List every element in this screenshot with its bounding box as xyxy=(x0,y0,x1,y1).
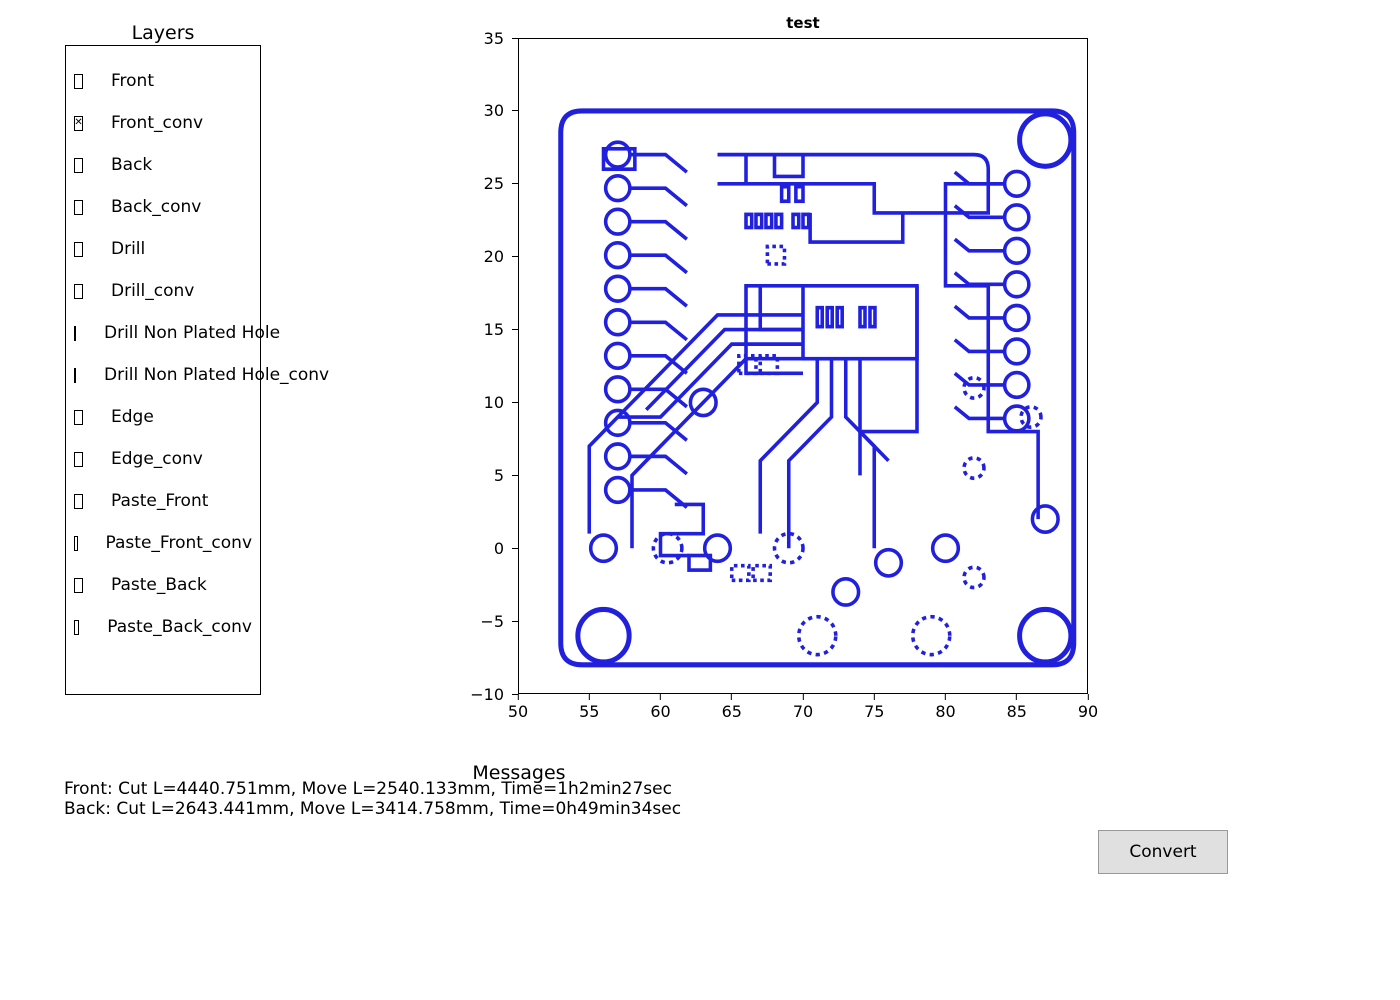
layer-label: Drill Non Plated Hole xyxy=(104,323,280,343)
x-tick: 75 xyxy=(864,694,884,721)
layers-title: Layers xyxy=(65,22,261,44)
x-tick: 70 xyxy=(793,694,813,721)
layer-label: Back xyxy=(111,155,152,175)
chart-title: test xyxy=(518,14,1088,32)
layer-label: Paste_Back xyxy=(111,575,207,595)
messages-body: Front: Cut L=4440.751mm, Move L=2540.133… xyxy=(64,780,681,819)
layer-checkbox[interactable] xyxy=(74,536,78,551)
layer-row-paste-back-conv[interactable]: Paste_Back_conv xyxy=(74,617,252,637)
layer-row-drill[interactable]: Drill xyxy=(74,239,252,259)
x-tick: 50 xyxy=(508,694,528,721)
layer-row-drill-non-plated-hole-conv[interactable]: Drill Non Plated Hole_conv xyxy=(74,365,252,385)
layer-label: Drill_conv xyxy=(111,281,194,301)
layer-label: Edge_conv xyxy=(111,449,203,469)
layer-checkbox[interactable] xyxy=(74,284,83,299)
layers-panel: Front Front_conv Back Back_conv Drill Drill_c… xyxy=(65,45,261,695)
x-tick: 65 xyxy=(722,694,742,721)
layer-label: Paste_Front xyxy=(111,491,208,511)
y-tick: 15 xyxy=(462,320,518,340)
y-tick: 30 xyxy=(462,101,518,121)
layer-row-drill-conv[interactable]: Drill_conv xyxy=(74,281,252,301)
layer-checkbox[interactable] xyxy=(74,494,83,509)
layer-checkbox[interactable] xyxy=(74,368,76,383)
layer-label: Back_conv xyxy=(111,197,201,217)
layer-row-paste-front-conv[interactable]: Paste_Front_conv xyxy=(74,533,252,553)
x-tick: 60 xyxy=(650,694,670,721)
y-tick: 20 xyxy=(462,247,518,267)
layer-checkbox[interactable] xyxy=(74,116,83,131)
y-tick: 25 xyxy=(462,174,518,194)
message-line: Back: Cut L=2643.441mm, Move L=3414.758m… xyxy=(64,800,681,820)
layer-row-back[interactable]: Back xyxy=(74,155,252,175)
layer-label: Edge xyxy=(111,407,154,427)
layer-checkbox[interactable] xyxy=(74,578,83,593)
layer-checkbox[interactable] xyxy=(74,158,83,173)
layer-row-paste-front[interactable]: Paste_Front xyxy=(74,491,252,511)
convert-button[interactable]: Convert xyxy=(1098,830,1228,874)
pcb-layout-svg xyxy=(518,38,1088,694)
x-tick: 85 xyxy=(1007,694,1027,721)
layer-label: Drill Non Plated Hole_conv xyxy=(104,365,329,385)
layer-checkbox[interactable] xyxy=(74,620,79,635)
x-axis: 505560657075808590 xyxy=(518,694,1088,724)
message-line: Front: Cut L=4440.751mm, Move L=2540.133… xyxy=(64,780,681,800)
layer-row-edge[interactable]: Edge xyxy=(74,407,252,427)
layer-label: Front xyxy=(111,71,154,91)
x-tick: 55 xyxy=(579,694,599,721)
layer-row-front[interactable]: Front xyxy=(74,71,252,91)
layer-label: Drill xyxy=(111,239,145,259)
y-tick: −5 xyxy=(462,611,518,631)
layer-row-back-conv[interactable]: Back_conv xyxy=(74,197,252,217)
layer-label: Paste_Back_conv xyxy=(107,617,252,637)
layer-label: Paste_Front_conv xyxy=(106,533,252,553)
y-tick: 10 xyxy=(462,392,518,412)
layer-row-edge-conv[interactable]: Edge_conv xyxy=(74,449,252,469)
layer-row-drill-non-plated-hole[interactable]: Drill Non Plated Hole xyxy=(74,323,252,343)
layer-label: Front_conv xyxy=(111,113,203,133)
y-tick: 5 xyxy=(462,465,518,485)
x-tick: 80 xyxy=(935,694,955,721)
layer-checkbox[interactable] xyxy=(74,242,83,257)
layer-checkbox[interactable] xyxy=(74,200,83,215)
layer-checkbox[interactable] xyxy=(74,452,83,467)
x-tick: 90 xyxy=(1078,694,1098,721)
y-tick: 0 xyxy=(462,538,518,558)
layer-checkbox[interactable] xyxy=(74,326,76,341)
layer-row-front-conv[interactable]: Front_conv xyxy=(74,113,252,133)
layer-row-paste-back[interactable]: Paste_Back xyxy=(74,575,252,595)
layer-checkbox[interactable] xyxy=(74,74,83,89)
y-tick: 35 xyxy=(462,28,518,48)
layer-checkbox[interactable] xyxy=(74,410,83,425)
y-axis: −10−505101520253035 xyxy=(462,38,518,694)
